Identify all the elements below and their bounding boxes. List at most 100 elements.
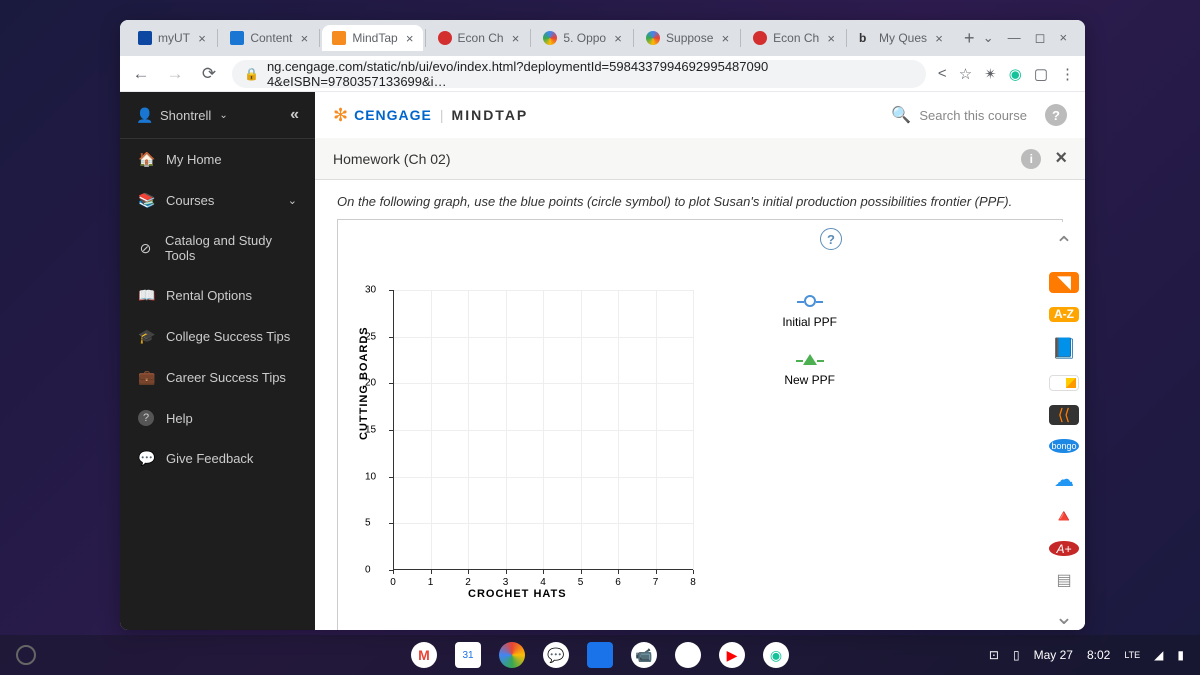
glossary-tool[interactable]: A-Z — [1049, 307, 1079, 322]
ppf-chart[interactable]: 30 25 20 15 10 5 0 0 1 2 3 4 5 6 — [393, 290, 693, 570]
scroll-down-button[interactable]: ⌄ — [1049, 604, 1079, 630]
sidebar-item-career-tips[interactable]: 💼Career Success Tips — [120, 357, 315, 398]
sidebar-item-home[interactable]: 🏠My Home — [120, 139, 315, 180]
taskbar-date[interactable]: May 27 — [1034, 648, 1073, 662]
sidebar-item-help[interactable]: ?Help — [120, 398, 315, 438]
gmail-app-icon[interactable]: M — [411, 642, 437, 668]
gdrive-tool[interactable]: 🔺 — [1049, 506, 1079, 527]
collapse-sidebar-button[interactable]: « — [290, 106, 299, 124]
bongo-tool[interactable]: bongo — [1049, 439, 1079, 454]
back-button[interactable]: ← — [130, 63, 152, 85]
panel-icon[interactable]: ▢ — [1034, 65, 1048, 83]
browser-tab[interactable]: myUT × — [128, 25, 215, 51]
maximize-icon[interactable]: ◻ — [1035, 30, 1046, 46]
close-icon[interactable]: × — [933, 32, 945, 44]
browser-tab-active[interactable]: MindTap × — [322, 25, 422, 51]
browser-tab[interactable]: Suppose× — [636, 25, 738, 51]
assignment-header: Homework (Ch 02) i × — [315, 138, 1085, 180]
close-icon[interactable]: × — [719, 32, 731, 44]
close-icon[interactable]: × — [510, 32, 522, 44]
aplus-tool[interactable]: A+ — [1049, 541, 1079, 556]
sidebar: 👤 Shontrell ⌄ « 🏠My Home 📚Courses⌄ ⊘Cata… — [120, 92, 315, 630]
user-menu[interactable]: 👤 Shontrell ⌄ — [136, 107, 228, 124]
files-app-icon[interactable] — [587, 642, 613, 668]
youtube-app-icon[interactable]: ▶ — [719, 642, 745, 668]
minimize-icon[interactable]: — — [1008, 30, 1021, 46]
notes-tool[interactable] — [1049, 375, 1079, 391]
close-icon[interactable]: × — [196, 32, 208, 44]
chevron-down-icon: ⌄ — [219, 110, 227, 121]
browser-tab[interactable]: Econ Ch× — [743, 25, 844, 51]
x-tick: 6 — [615, 577, 621, 588]
tab-label: Econ Ch — [458, 31, 504, 45]
messages-app-icon[interactable]: 💬 — [543, 642, 569, 668]
google-icon — [646, 31, 660, 45]
reload-button[interactable]: ⟳ — [198, 63, 220, 85]
calendar-app-icon[interactable]: 31 — [455, 642, 481, 668]
forward-button[interactable]: → — [164, 63, 186, 85]
ebook-tool[interactable]: 📘 — [1049, 336, 1079, 361]
extensions-icon[interactable]: ✴ — [984, 65, 997, 83]
onedrive-tool[interactable]: ☁ — [1049, 467, 1079, 492]
quick-settings-icon[interactable]: ⊡ — [989, 648, 999, 662]
sidebar-item-catalog[interactable]: ⊘Catalog and Study Tools — [120, 221, 315, 275]
legend-initial-ppf[interactable]: Initial PPF — [782, 295, 837, 329]
menu-icon[interactable]: ⋮ — [1060, 65, 1075, 83]
x-tick: 8 — [690, 577, 696, 588]
share-icon[interactable]: < — [938, 65, 947, 82]
y-tick: 5 — [365, 518, 371, 529]
sidebar-item-rental[interactable]: 📖Rental Options — [120, 275, 315, 316]
close-icon[interactable]: × — [298, 32, 310, 44]
chrome-app-icon[interactable] — [499, 642, 525, 668]
feedback-icon: 💬 — [138, 450, 154, 467]
legend-new-ppf[interactable]: New PPF — [782, 353, 837, 387]
tab-label: myUT — [158, 31, 190, 45]
help-button[interactable]: ? — [1045, 104, 1067, 126]
url-input[interactable]: 🔒 ng.cengage.com/static/nb/ui/evo/index.… — [232, 60, 926, 88]
y-tick: 10 — [365, 471, 376, 482]
close-icon[interactable]: × — [825, 32, 837, 44]
scroll-up-button[interactable]: ⌃ — [1049, 232, 1079, 258]
close-assignment-button[interactable]: × — [1055, 147, 1067, 170]
launcher-button[interactable] — [16, 645, 36, 665]
wifi-icon[interactable]: ◢ — [1154, 648, 1163, 662]
assignment-title: Homework (Ch 02) — [333, 151, 450, 167]
sidebar-item-college-tips[interactable]: 🎓College Success Tips — [120, 316, 315, 357]
highlight-tool[interactable]: ⟨⟨ — [1049, 405, 1079, 425]
sidebar-item-feedback[interactable]: 💬 Give Feedback — [120, 438, 315, 479]
star-icon[interactable]: ☆ — [959, 65, 972, 83]
tab-label: Content — [250, 31, 292, 45]
browser-tab[interactable]: bMy Ques× — [849, 25, 952, 51]
phone-icon[interactable]: ▯ — [1013, 648, 1020, 662]
tab-label: MindTap — [352, 31, 397, 45]
tab-label: 5. Oppo — [563, 31, 606, 45]
sidebar-label: Give Feedback — [166, 451, 253, 466]
cengage-logo-icon: ✻ — [333, 105, 348, 126]
right-toolbar: ⌃ ◥ A-Z 📘 ⟨⟨ bongo ☁ 🔺 A+ ▤ ⌄ — [1043, 222, 1085, 630]
grammarly-icon[interactable]: ◉ — [1009, 65, 1022, 83]
close-window-icon[interactable]: × — [1059, 30, 1067, 46]
browser-tab[interactable]: 5. Oppo × — [533, 25, 631, 51]
info-icon[interactable]: i — [1021, 149, 1041, 169]
rss-tool[interactable]: ◥ — [1049, 272, 1079, 293]
battery-icon[interactable]: ▮ — [1177, 648, 1184, 662]
browser-tab[interactable]: Content × — [220, 25, 317, 51]
sidebar-label: Career Success Tips — [166, 370, 286, 385]
new-tab-button[interactable]: + — [956, 24, 983, 52]
taskbar-time[interactable]: 8:02 — [1087, 648, 1110, 662]
chevron-down-icon[interactable]: ⌄ — [983, 30, 994, 46]
photos-app-icon[interactable]: ✦ — [675, 642, 701, 668]
chart-legend: Initial PPF New PPF — [782, 295, 837, 411]
close-icon[interactable]: × — [612, 32, 624, 44]
sidebar-label: College Success Tips — [166, 329, 290, 344]
grammarly-app-icon[interactable]: ◉ — [763, 642, 789, 668]
camera-app-icon[interactable]: 📹 — [631, 642, 657, 668]
search-course-input[interactable]: 🔍 Search this course — [891, 105, 1027, 125]
network-icon[interactable]: LTE — [1124, 650, 1140, 660]
close-icon[interactable]: × — [404, 32, 416, 44]
graph-help-button[interactable]: ? — [820, 228, 842, 250]
browser-tab[interactable]: Econ Ch × — [428, 25, 529, 51]
graph-panel[interactable]: ? 30 25 20 15 10 5 0 — [337, 219, 1063, 630]
flashcards-tool[interactable]: ▤ — [1049, 570, 1079, 590]
sidebar-item-courses[interactable]: 📚Courses⌄ — [120, 180, 315, 221]
